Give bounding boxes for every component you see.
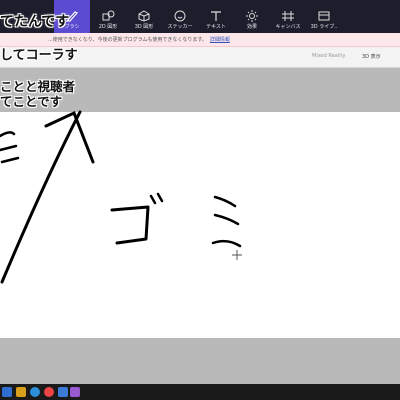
mixed-reality-button[interactable]: Mixed Reality	[312, 53, 345, 59]
stickers-icon	[174, 10, 186, 22]
3d-library-icon	[318, 11, 330, 21]
edge-icon[interactable]	[30, 387, 40, 397]
file-explorer-icon[interactable]	[16, 387, 26, 397]
tool-label: 3D ライブ..	[310, 24, 338, 30]
tool-3d-shapes[interactable]: 3D 図形	[126, 0, 162, 33]
3d-shapes-icon	[138, 10, 150, 22]
paint3d-taskbar-icon[interactable]	[70, 387, 80, 397]
windows-taskbar	[0, 384, 400, 400]
subtitle-line-2: してコーラす	[0, 48, 78, 63]
tool-label: テキスト	[206, 24, 226, 30]
notice-message: ...使用できなくなり、今後の更新プログラムも使用できなくなります。	[48, 37, 207, 43]
text-icon	[211, 11, 221, 21]
tool-text[interactable]: テキスト	[198, 0, 234, 33]
tool-canvas[interactable]: キャンバス	[270, 0, 306, 33]
tool-label: 2D 図形	[98, 24, 118, 30]
2d-shapes-icon	[102, 10, 115, 21]
tool-label: 3D 図形	[134, 24, 154, 30]
view-3d-button[interactable]: 3D 表示	[362, 53, 381, 60]
subtitle-line-1: てたんです	[0, 14, 70, 30]
tool-label: キャンバス	[275, 24, 301, 30]
tool-label: 効果	[246, 24, 257, 30]
canvas-icon	[282, 11, 294, 21]
tool-effects[interactable]: 効果	[234, 0, 270, 33]
chrome-icon[interactable]	[44, 387, 54, 397]
notice-text: ...使用できなくなり、今後の更新プログラムも使用できなくなります。 詳細情報	[48, 36, 230, 43]
tool-2d-shapes[interactable]: 2D 図形	[90, 0, 126, 33]
tool-stickers[interactable]: ステッカー	[162, 0, 198, 33]
steam-icon[interactable]	[58, 387, 68, 397]
start-icon[interactable]	[2, 387, 12, 397]
subtitle-line-4: てことです	[0, 94, 63, 109]
effects-icon	[246, 10, 258, 22]
drawing-canvas[interactable]	[0, 112, 400, 338]
notice-link[interactable]: 詳細情報	[210, 37, 230, 43]
tool-label: ステッカー	[167, 24, 193, 30]
tool-3d-library[interactable]: 3D ライブ..	[306, 0, 342, 33]
